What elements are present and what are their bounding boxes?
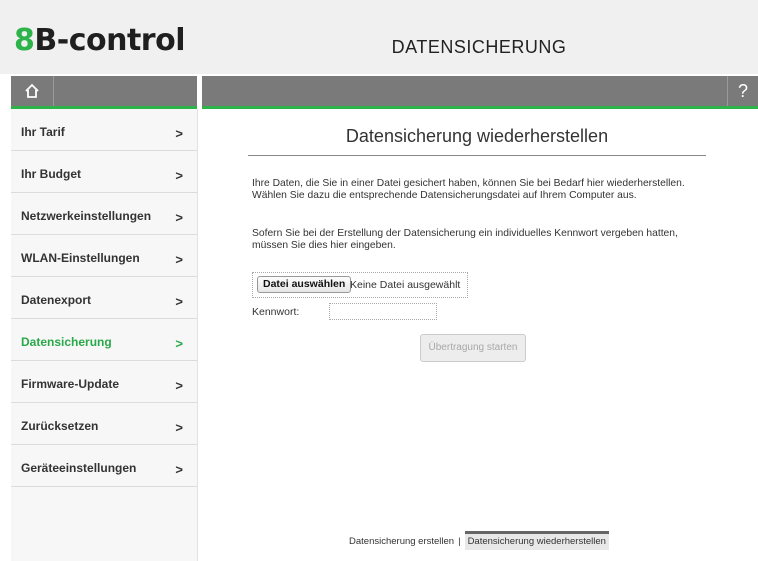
chevron-right-icon: > xyxy=(175,252,183,267)
sidebar-item-ihr-budget[interactable]: Ihr Budget > xyxy=(11,151,197,193)
sidebar-item-label: Firmware-Update xyxy=(21,377,120,391)
sidebar-item-label: Netzwerkeinstellungen xyxy=(21,209,152,223)
file-input[interactable]: Datei auswählen Keine Datei ausgewählt xyxy=(252,272,468,298)
content-heading: Datensicherung wiederherstellen xyxy=(345,126,609,146)
start-transfer-button[interactable]: Übertragung starten xyxy=(420,334,526,362)
sidebar-item-label: Ihr Tarif xyxy=(21,125,65,139)
chevron-right-icon: > xyxy=(175,378,183,393)
page-title: DATENSICHERUNG xyxy=(391,37,567,57)
chevron-right-icon: > xyxy=(175,420,183,435)
choose-file-button[interactable]: Datei auswählen xyxy=(257,276,352,293)
chevron-right-icon: > xyxy=(175,168,183,183)
sidebar-item-netzwerkeinstellungen[interactable]: Netzwerkeinstellungen > xyxy=(11,193,197,235)
page: 8B-control DATENSICHERUNG ? Ihr Tarif > … xyxy=(0,0,758,561)
tab-separator: | xyxy=(458,536,461,547)
password-field[interactable] xyxy=(329,303,437,320)
sidebar-item-wlan-einstellungen[interactable]: WLAN-Einstellungen > xyxy=(11,235,197,277)
home-bar xyxy=(11,76,197,109)
logo-text: B-control xyxy=(34,23,185,58)
chevron-right-icon: > xyxy=(175,294,183,309)
home-button[interactable] xyxy=(11,76,54,106)
sidebar-item-label: Ihr Budget xyxy=(21,167,81,181)
password-hint-text: Sofern Sie bei der Erstellung der Datens… xyxy=(252,228,678,251)
sidebar-item-label: Datenexport xyxy=(21,293,92,307)
chevron-right-icon: > xyxy=(175,210,183,225)
sidebar-item-label: Geräteeinstellungen xyxy=(21,461,137,475)
sidebar-item-firmware-update[interactable]: Firmware-Update > xyxy=(11,361,197,403)
chevron-right-icon: > xyxy=(175,336,183,351)
sidebar-item-ihr-tarif[interactable]: Ihr Tarif > xyxy=(11,109,197,151)
file-status: Keine Datei ausgewählt xyxy=(350,279,461,291)
main-toolbar: ? xyxy=(202,76,758,109)
password-label: Kennwort: xyxy=(252,306,300,318)
chevron-right-icon: > xyxy=(175,462,183,477)
help-button[interactable]: ? xyxy=(727,76,758,106)
logo-mark: 8 xyxy=(14,23,35,58)
intro-text: Ihre Daten, die Sie in einer Datei gesic… xyxy=(252,178,685,201)
sidebar-item-label: WLAN-Einstellungen xyxy=(21,251,140,265)
sidebar-item-datensicherung[interactable]: Datensicherung > xyxy=(11,319,197,361)
heading-divider xyxy=(248,155,706,156)
tab-create-backup[interactable]: Datensicherung erstellen xyxy=(349,533,454,551)
sidebar-item-datenexport[interactable]: Datenexport > xyxy=(11,277,197,319)
sidebar-item-geraeteeinstellungen[interactable]: Geräteeinstellungen > xyxy=(11,445,197,487)
logo: 8B-control xyxy=(14,24,185,58)
sidebar-item-zuruecksetzen[interactable]: Zurücksetzen > xyxy=(11,403,197,445)
home-icon xyxy=(25,83,39,98)
bottom-tabs: Datensicherung erstellen | Datensicherung … xyxy=(349,531,609,551)
tab-restore-backup[interactable]: Datensicherung wiederherstellen xyxy=(464,531,609,550)
sidebar-item-label: Zurücksetzen xyxy=(21,419,99,433)
sidebar-item-label: Datensicherung xyxy=(21,335,112,349)
chevron-right-icon: > xyxy=(175,126,183,141)
sidebar: Ihr Tarif > Ihr Budget > Netzwerkeinstel… xyxy=(11,109,198,561)
header: 8B-control DATENSICHERUNG xyxy=(0,0,758,74)
